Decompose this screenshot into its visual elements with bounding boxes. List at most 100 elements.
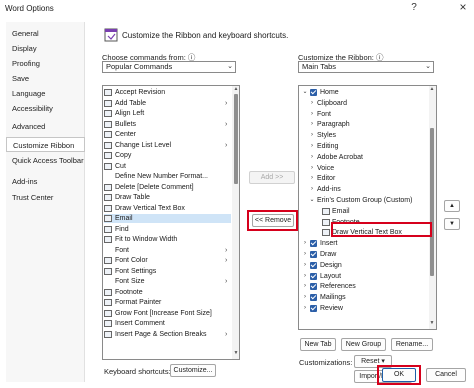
command-item[interactable]: Insert Page & Section Breaks › bbox=[104, 330, 231, 339]
sidebar-item-language[interactable]: Language bbox=[6, 86, 85, 101]
ribbon-scroll-thumb[interactable] bbox=[430, 128, 434, 276]
collapse-icon[interactable]: ⌄ bbox=[302, 88, 308, 97]
tree-item[interactable]: ⌄ Home bbox=[300, 88, 427, 97]
tree-item[interactable]: › Font bbox=[300, 110, 427, 119]
new-group-button[interactable]: New Group bbox=[341, 338, 386, 351]
scroll-up-icon[interactable]: ▲ bbox=[429, 86, 435, 92]
command-item[interactable]: Footnote bbox=[104, 288, 231, 297]
tree-item[interactable]: ⌄ Erin's Custom Group (Custom) bbox=[300, 196, 427, 205]
choose-commands-dropdown[interactable]: Popular Commands ⌄ bbox=[102, 61, 236, 73]
command-item[interactable]: Insert Comment bbox=[104, 319, 231, 328]
tree-item[interactable]: › Layout bbox=[300, 272, 427, 281]
expand-icon[interactable]: › bbox=[309, 99, 315, 108]
command-item[interactable]: Accept Revision bbox=[104, 88, 231, 97]
move-up-button[interactable]: ▲ bbox=[444, 200, 460, 212]
tree-item[interactable]: › References bbox=[300, 282, 427, 291]
tree-item[interactable]: Email bbox=[300, 207, 427, 216]
scroll-down-icon[interactable]: ▼ bbox=[233, 350, 239, 356]
expand-icon[interactable]: › bbox=[302, 293, 308, 302]
expand-icon[interactable]: › bbox=[309, 142, 315, 151]
new-tab-button[interactable]: New Tab bbox=[300, 338, 336, 351]
expand-icon[interactable]: › bbox=[302, 261, 308, 270]
tab-checkbox[interactable] bbox=[310, 305, 317, 312]
tree-item[interactable]: › Voice bbox=[300, 164, 427, 173]
expand-icon[interactable]: › bbox=[302, 282, 308, 291]
ribbon-tree[interactable]: ▲ ▼ ⌄ Home › Clipboard › Font › Paragraph › Style… bbox=[298, 85, 437, 330]
ribbon-scrollbar[interactable]: ▲ ▼ bbox=[429, 86, 436, 329]
command-item[interactable]: Define New Number Format... bbox=[104, 172, 231, 181]
tree-item[interactable]: › Paragraph bbox=[300, 120, 427, 129]
command-item[interactable]: Font Color › bbox=[104, 256, 231, 265]
tab-checkbox[interactable] bbox=[310, 272, 317, 280]
help-button[interactable]: ? bbox=[406, 2, 422, 13]
command-item[interactable]: Draw Vertical Text Box bbox=[104, 204, 231, 213]
tree-item[interactable]: › Editing bbox=[300, 142, 427, 151]
add-button[interactable]: Add >> bbox=[249, 171, 295, 184]
expand-icon[interactable]: › bbox=[302, 250, 308, 259]
sidebar-item-general[interactable]: General bbox=[6, 26, 85, 41]
sidebar-item-accessibility[interactable]: Accessibility bbox=[6, 101, 85, 116]
tree-item[interactable]: › Editor bbox=[300, 174, 427, 183]
command-item[interactable]: Font › bbox=[104, 246, 231, 255]
chevron-down-icon[interactable]: ⌄ bbox=[425, 62, 431, 72]
sidebar-item-quick-access-toolbar[interactable]: Quick Access Toolbar bbox=[6, 153, 85, 168]
sidebar-item-customize-ribbon[interactable]: Customize Ribbon bbox=[6, 137, 85, 152]
sidebar-item-advanced[interactable]: Advanced bbox=[6, 119, 85, 134]
scroll-down-icon[interactable]: ▼ bbox=[429, 320, 435, 326]
command-item[interactable]: Font Settings bbox=[104, 267, 231, 276]
command-item[interactable]: Grow Font [Increase Font Size] bbox=[104, 309, 231, 318]
tree-item[interactable]: › Draw bbox=[300, 250, 427, 259]
customize-ribbon-dropdown[interactable]: Main Tabs ⌄ bbox=[298, 61, 434, 73]
tree-item[interactable]: › Mailings bbox=[300, 293, 427, 302]
expand-icon[interactable]: › bbox=[309, 185, 315, 194]
expand-icon[interactable]: › bbox=[302, 304, 308, 313]
scroll-up-icon[interactable]: ▲ bbox=[233, 86, 239, 92]
sidebar-item-trust-center[interactable]: Trust Center bbox=[6, 190, 85, 205]
sidebar-item-save[interactable]: Save bbox=[6, 71, 85, 86]
rename-button[interactable]: Rename... bbox=[391, 338, 433, 351]
tree-item[interactable]: › Add-ins bbox=[300, 185, 427, 194]
collapse-icon[interactable]: ⌄ bbox=[309, 196, 315, 205]
expand-icon[interactable]: › bbox=[309, 110, 315, 119]
commands-scrollbar[interactable]: ▲ ▼ bbox=[232, 86, 239, 359]
commands-list[interactable]: ▲ ▼ Accept Revision Add Table › Align Left B… bbox=[102, 85, 240, 360]
tree-item[interactable]: › Adobe Acrobat bbox=[300, 153, 427, 162]
command-item[interactable]: Align Left bbox=[104, 109, 231, 118]
commands-scroll-thumb[interactable] bbox=[234, 94, 238, 184]
command-item[interactable]: Change List Level › bbox=[104, 141, 231, 150]
command-item[interactable]: Copy bbox=[104, 151, 231, 160]
expand-icon[interactable]: › bbox=[309, 164, 315, 173]
command-item[interactable]: Center bbox=[104, 130, 231, 139]
sidebar-item-proofing[interactable]: Proofing bbox=[6, 56, 85, 71]
command-item[interactable]: Fit to Window Width bbox=[104, 235, 231, 244]
tab-checkbox[interactable] bbox=[310, 251, 317, 258]
tab-checkbox[interactable] bbox=[310, 294, 317, 302]
command-item[interactable]: Delete [Delete Comment] bbox=[104, 183, 231, 192]
tab-checkbox[interactable] bbox=[310, 240, 317, 248]
expand-icon[interactable]: › bbox=[309, 131, 315, 140]
command-item[interactable]: Font Size › bbox=[104, 277, 231, 286]
expand-icon[interactable]: › bbox=[309, 120, 315, 129]
move-down-button[interactable]: ▼ bbox=[444, 218, 460, 230]
tab-checkbox[interactable] bbox=[310, 261, 317, 269]
command-item[interactable]: Email bbox=[104, 214, 231, 223]
command-item[interactable]: Find bbox=[104, 225, 231, 234]
command-item[interactable]: Add Table › bbox=[104, 99, 231, 108]
expand-icon[interactable]: › bbox=[309, 153, 315, 162]
sidebar-item-display[interactable]: Display bbox=[6, 41, 85, 56]
cancel-button[interactable]: Cancel bbox=[426, 368, 466, 382]
tree-item[interactable]: › Styles bbox=[300, 131, 427, 140]
expand-icon[interactable]: › bbox=[302, 272, 308, 281]
tab-checkbox[interactable] bbox=[310, 283, 317, 291]
tree-item[interactable]: › Review bbox=[300, 304, 427, 313]
command-item[interactable]: Draw Table bbox=[104, 193, 231, 202]
expand-icon[interactable]: › bbox=[309, 174, 315, 183]
command-item[interactable]: Cut bbox=[104, 162, 231, 171]
command-item[interactable]: Bullets › bbox=[104, 120, 231, 129]
tree-item[interactable]: › Clipboard bbox=[300, 99, 427, 108]
tree-item[interactable]: › Insert bbox=[300, 239, 427, 248]
command-item[interactable]: Format Painter bbox=[104, 298, 231, 307]
tree-item[interactable]: › Design bbox=[300, 261, 427, 270]
sidebar-item-add-ins[interactable]: Add-ins bbox=[6, 174, 85, 189]
tab-checkbox[interactable] bbox=[310, 89, 317, 96]
